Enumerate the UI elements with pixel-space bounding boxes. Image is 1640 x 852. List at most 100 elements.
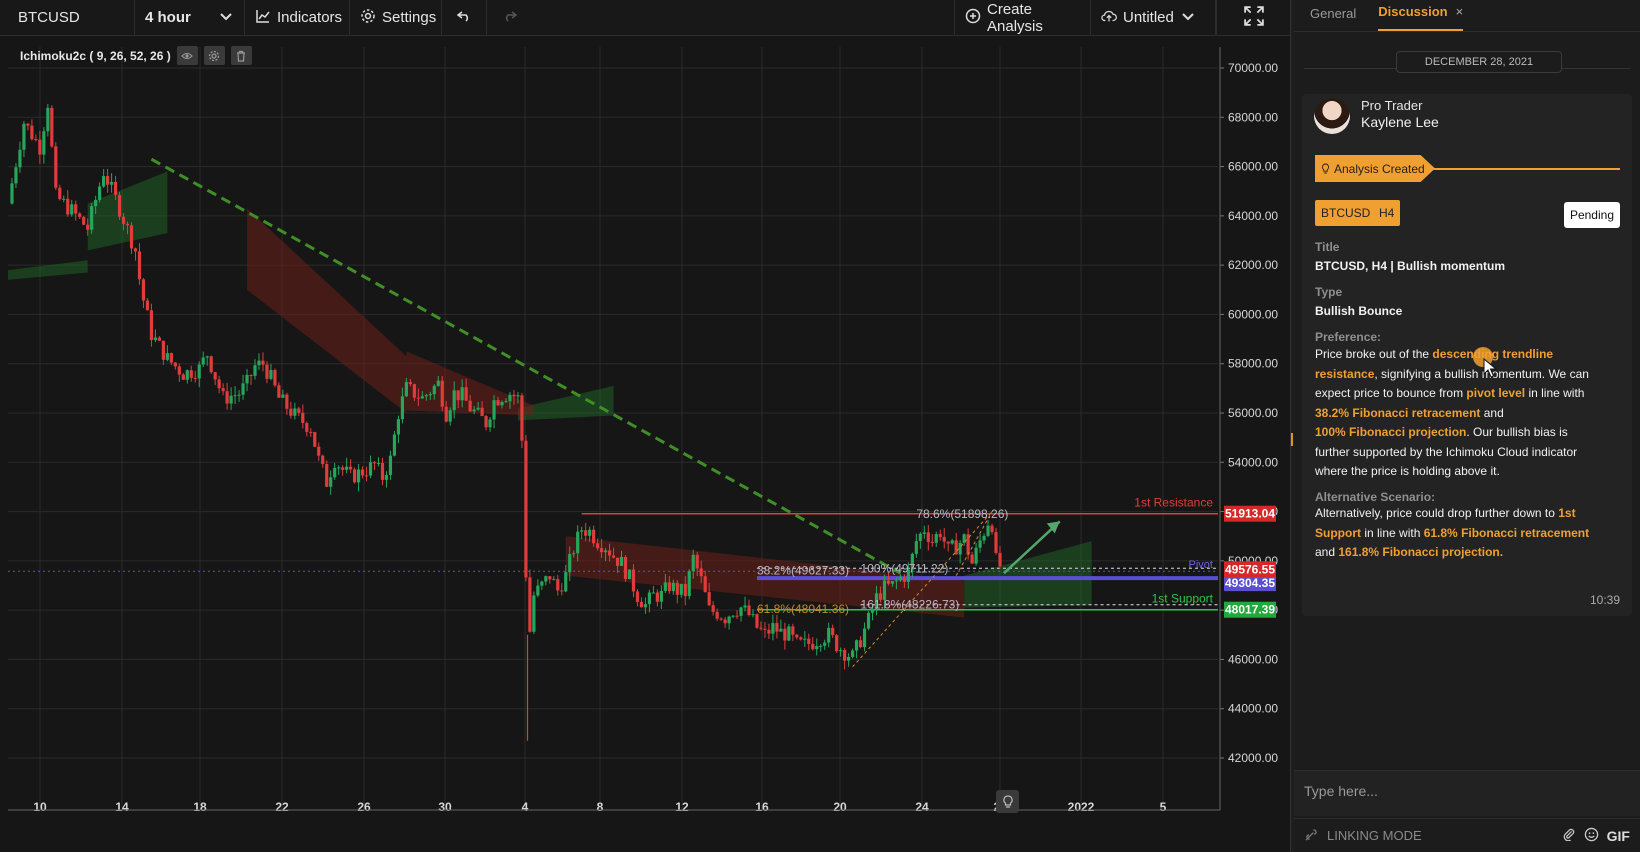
candle-body	[731, 615, 735, 617]
candle-body	[58, 187, 62, 200]
date-separator: DECEMBER 28, 2021	[1294, 51, 1640, 87]
candle-body	[548, 576, 552, 580]
settings-button[interactable]: Settings	[350, 0, 442, 36]
linking-mode-icon[interactable]	[1304, 827, 1319, 845]
candle-body	[584, 530, 588, 536]
candle-body	[10, 183, 14, 204]
candle-body	[94, 199, 98, 207]
candle-body	[675, 582, 679, 595]
candle-body	[986, 525, 990, 536]
remove-indicator-button[interactable]	[230, 46, 252, 65]
avatar[interactable]	[1314, 98, 1350, 134]
candle-body	[671, 582, 675, 592]
pivot-label: Pivot	[1189, 559, 1213, 571]
candle-body	[532, 595, 536, 632]
close-tab-icon[interactable]: ×	[1456, 4, 1464, 19]
fullscreen-button[interactable]	[1216, 0, 1290, 36]
layout-selector[interactable]: Untitled	[1091, 0, 1216, 36]
candle-body	[82, 216, 86, 225]
candle-body	[368, 462, 373, 476]
price-tick-label: 42000.00	[1228, 751, 1278, 765]
title-value: BTCUSD, H4 | Bullish momentum	[1315, 259, 1506, 273]
candle-body	[133, 248, 138, 252]
attach-icon[interactable]	[1562, 827, 1576, 844]
hint-button[interactable]	[996, 790, 1019, 813]
candle-body	[663, 582, 667, 591]
candle-body	[835, 635, 839, 652]
timeframe-selector[interactable]: 4 hour	[135, 0, 245, 36]
create-analysis-label: Create Analysis	[987, 0, 1043, 35]
candle-body	[615, 557, 620, 566]
highlight-link[interactable]: 161.8% Fibonacci projection.	[1338, 545, 1503, 559]
candle-body	[149, 310, 154, 341]
candle-body	[603, 550, 608, 553]
create-analysis-button[interactable]: Create Analysis	[954, 0, 1091, 36]
highlight-link[interactable]: pivot level	[1466, 386, 1525, 400]
candle-body	[823, 642, 827, 646]
price-chart[interactable]: 1st Resistance Pivot 1st Support 78.6%(518…	[0, 37, 1290, 852]
highlight-link[interactable]: 100% Fibonacci projection	[1315, 425, 1466, 439]
candle-body	[428, 394, 432, 396]
fib-label: 161.8%(48226.73)	[861, 598, 960, 612]
message-input[interactable]	[1304, 783, 1624, 799]
tab-general[interactable]: General	[1310, 6, 1356, 31]
candle-body	[504, 401, 508, 403]
candle-body	[189, 370, 193, 378]
tab-discussion[interactable]: Discussion ×	[1378, 4, 1464, 31]
indicator-settings-button[interactable]	[203, 46, 225, 65]
candle-body	[90, 206, 94, 230]
indicator-label: Ichimoku2c ( 9, 26, 52, 26 )	[20, 48, 171, 63]
highlight-link[interactable]: 38.2% Fibonacci retracement	[1315, 406, 1480, 420]
candle-body	[480, 407, 484, 417]
candle-body	[444, 406, 448, 422]
chart-canvas[interactable]: 1st Resistance Pivot 1st Support 78.6%(518…	[0, 37, 1290, 852]
candle-body	[918, 533, 922, 542]
timeframe-badge: H4	[1373, 200, 1401, 226]
candle-body	[839, 650, 843, 652]
undo-button[interactable]	[442, 0, 487, 36]
candle-body	[70, 204, 74, 215]
candle-body	[420, 396, 424, 399]
candle-body	[707, 592, 711, 606]
candle-body	[205, 356, 209, 358]
analysis-created-label: Analysis Created	[1334, 161, 1425, 176]
candle-body	[771, 623, 775, 634]
date-tick-label: 22	[275, 800, 289, 814]
candle-body	[528, 577, 532, 632]
support-label: 1st Support	[1152, 592, 1214, 606]
redo-button[interactable]	[487, 0, 532, 36]
emoji-icon[interactable]	[1584, 827, 1599, 845]
candle-body	[177, 366, 181, 375]
highlight-link[interactable]: 61.8% Fibonacci retracement	[1424, 526, 1589, 540]
candle-body	[165, 353, 169, 360]
symbol-selector[interactable]: BTCUSD	[0, 0, 135, 36]
cloud-upload-icon	[1101, 8, 1117, 28]
candle-body	[990, 525, 994, 533]
candle-body	[922, 532, 926, 534]
candle-body	[317, 446, 321, 456]
candle-body	[659, 590, 663, 602]
gif-button[interactable]: GIF	[1607, 828, 1630, 844]
price-tick-label: 58000.00	[1228, 357, 1278, 371]
candle-body	[353, 469, 357, 483]
candle-body	[974, 547, 978, 564]
candle-body	[946, 541, 950, 544]
candle-body	[850, 650, 855, 657]
candle-body	[643, 604, 648, 608]
indicators-button[interactable]: Indicators	[245, 0, 350, 36]
candle-body	[791, 626, 795, 635]
candle-body	[109, 181, 114, 185]
current-price-tag: 49576.55	[1225, 562, 1275, 576]
candle-body	[540, 581, 544, 586]
candle-body	[811, 643, 815, 650]
candle-body	[388, 455, 393, 475]
toggle-visibility-button[interactable]	[176, 46, 198, 65]
candle-body	[22, 123, 26, 150]
candle-body	[356, 469, 361, 483]
candle-body	[18, 149, 22, 168]
chevron-down-icon	[218, 8, 234, 28]
candle-body	[452, 390, 456, 411]
preference-label: Preference:	[1315, 330, 1382, 344]
symbol-badge: BTCUSD	[1315, 200, 1377, 226]
linking-mode-label[interactable]: LINKING MODE	[1327, 828, 1422, 843]
